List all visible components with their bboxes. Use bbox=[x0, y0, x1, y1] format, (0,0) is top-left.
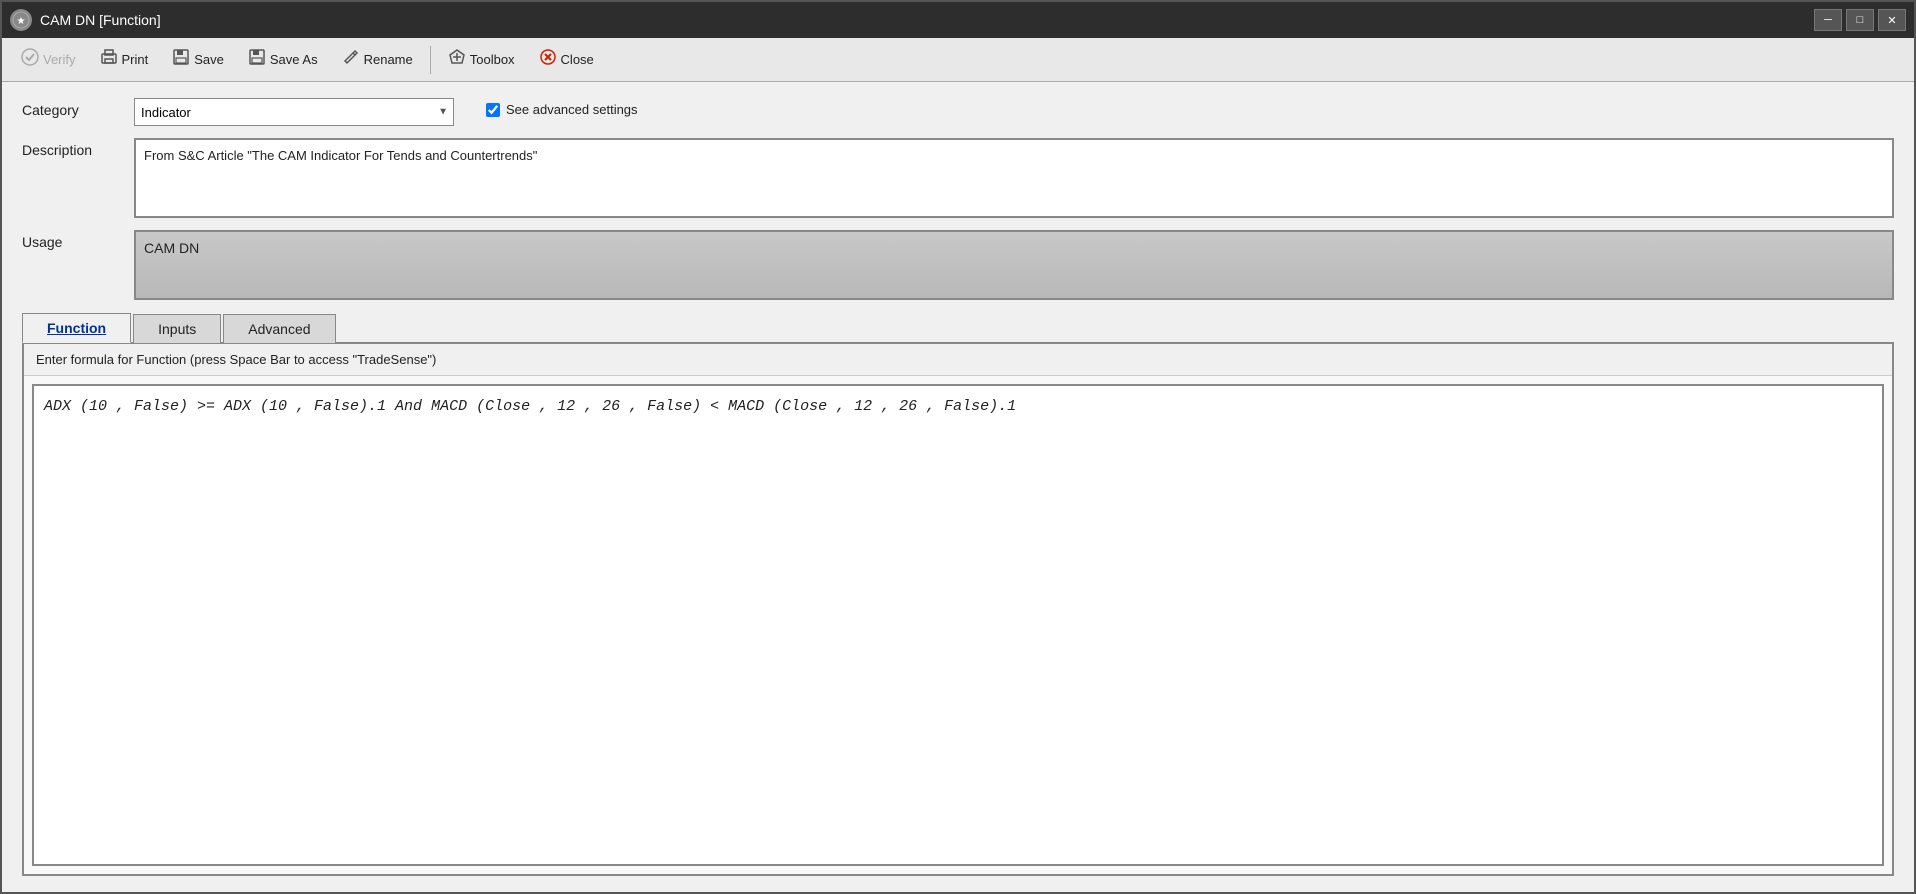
print-icon bbox=[100, 48, 118, 71]
print-button[interactable]: Print bbox=[89, 43, 160, 76]
title-bar-left: ★ CAM DN [Function] bbox=[10, 9, 161, 31]
main-window: ★ CAM DN [Function] ─ □ ✕ Verify Print bbox=[0, 0, 1916, 894]
tab-function[interactable]: Function bbox=[22, 313, 131, 343]
usage-row: Usage CAM DN bbox=[22, 230, 1894, 300]
tab-content-function: Enter formula for Function (press Space … bbox=[22, 342, 1894, 876]
verify-icon bbox=[21, 48, 39, 71]
description-textarea[interactable] bbox=[134, 138, 1894, 218]
category-label: Category bbox=[22, 98, 122, 118]
usage-value: CAM DN bbox=[144, 240, 199, 256]
save-as-icon bbox=[248, 48, 266, 71]
close-icon bbox=[539, 48, 557, 71]
save-as-button[interactable]: Save As bbox=[237, 43, 329, 76]
close-window-button[interactable]: ✕ bbox=[1878, 9, 1906, 31]
toolbox-label: Toolbox bbox=[470, 52, 515, 67]
rename-icon bbox=[342, 48, 360, 71]
verify-label: Verify bbox=[43, 52, 76, 67]
toolbox-button[interactable]: Toolbox bbox=[437, 43, 526, 76]
save-label: Save bbox=[194, 52, 224, 67]
description-row: Description bbox=[22, 138, 1894, 218]
content-area: Category Indicator Strategy ShowMe Paint… bbox=[2, 82, 1914, 892]
save-as-label: Save As bbox=[270, 52, 318, 67]
toolbar-separator bbox=[430, 46, 431, 74]
tabs-header: Function Inputs Advanced bbox=[22, 312, 1894, 342]
window-controls: ─ □ ✕ bbox=[1814, 9, 1906, 31]
print-label: Print bbox=[122, 52, 149, 67]
toolbar: Verify Print Save Save As Rename bbox=[2, 38, 1914, 82]
description-label: Description bbox=[22, 138, 122, 158]
category-select-wrapper: Indicator Strategy ShowMe PaintBar Activ… bbox=[134, 98, 454, 126]
save-icon bbox=[172, 48, 190, 71]
close-label: Close bbox=[561, 52, 594, 67]
advanced-settings-row: See advanced settings bbox=[486, 98, 638, 117]
formula-editor[interactable] bbox=[32, 384, 1884, 866]
tabs-section: Function Inputs Advanced Enter formula f… bbox=[22, 312, 1894, 876]
usage-label: Usage bbox=[22, 230, 122, 250]
minimize-button[interactable]: ─ bbox=[1814, 9, 1842, 31]
category-select[interactable]: Indicator Strategy ShowMe PaintBar Activ… bbox=[134, 98, 454, 126]
advanced-settings-checkbox[interactable] bbox=[486, 103, 500, 117]
formula-hint: Enter formula for Function (press Space … bbox=[24, 344, 1892, 376]
tab-inputs[interactable]: Inputs bbox=[133, 314, 221, 343]
usage-box: CAM DN bbox=[134, 230, 1894, 300]
category-row: Category Indicator Strategy ShowMe Paint… bbox=[22, 98, 1894, 126]
verify-button[interactable]: Verify bbox=[10, 43, 87, 76]
app-icon: ★ bbox=[10, 9, 32, 31]
rename-button[interactable]: Rename bbox=[331, 43, 424, 76]
window-title: CAM DN [Function] bbox=[40, 12, 161, 28]
rename-label: Rename bbox=[364, 52, 413, 67]
restore-button[interactable]: □ bbox=[1846, 9, 1874, 31]
tab-advanced[interactable]: Advanced bbox=[223, 314, 335, 343]
advanced-settings-label[interactable]: See advanced settings bbox=[506, 102, 638, 117]
toolbox-icon bbox=[448, 48, 466, 71]
title-bar: ★ CAM DN [Function] ─ □ ✕ bbox=[2, 2, 1914, 38]
close-button[interactable]: Close bbox=[528, 43, 605, 76]
save-button[interactable]: Save bbox=[161, 43, 235, 76]
svg-text:★: ★ bbox=[17, 16, 26, 27]
